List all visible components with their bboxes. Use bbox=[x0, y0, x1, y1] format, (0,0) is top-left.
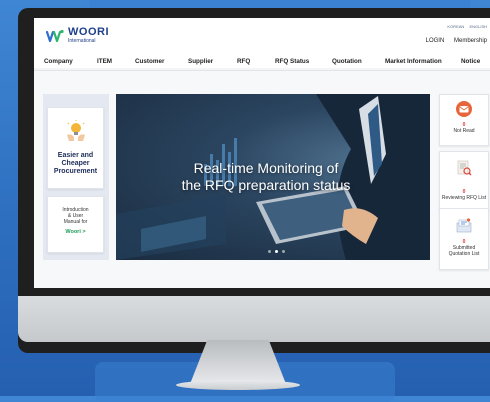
procurement-card[interactable]: Easier and Cheaper Procurement bbox=[47, 107, 104, 189]
monitor-chin bbox=[18, 296, 490, 342]
login-link[interactable]: LOGIN bbox=[426, 38, 445, 44]
submitted-list-icon bbox=[456, 218, 472, 233]
logo-wordmark: WOORI International bbox=[68, 27, 109, 44]
reviewing-rfq-card[interactable]: 0 Reviewing RFQ List bbox=[439, 151, 489, 211]
banner-line-2: the RFQ preparation status bbox=[181, 177, 351, 193]
nav-item-customer[interactable]: Customer bbox=[135, 58, 164, 65]
site-logo[interactable]: WOORI International bbox=[46, 27, 109, 44]
procurement-line: Procurement bbox=[53, 168, 98, 175]
nav-item-rfq[interactable]: RFQ bbox=[237, 58, 250, 65]
membership-link[interactable]: Membership bbox=[454, 38, 487, 44]
user-manual-link[interactable]: Woori > bbox=[48, 229, 103, 235]
account-links: LOGIN Membership bbox=[418, 38, 487, 44]
language-switcher: KOREAN ENGLISH bbox=[443, 24, 487, 29]
banner-headline: Real-time Monitoring of the RFQ preparat… bbox=[146, 160, 386, 194]
nav-item-supplier[interactable]: Supplier bbox=[188, 58, 213, 65]
logo-name: WOORI bbox=[68, 26, 109, 38]
user-manual-card[interactable]: Introduction & User Manual for Woori > bbox=[47, 196, 104, 253]
nav-item-rfq-status[interactable]: RFQ Status bbox=[275, 58, 309, 65]
woori-logo-icon bbox=[46, 29, 64, 42]
not-read-card[interactable]: 0 Not Read bbox=[439, 94, 489, 146]
hero-banner[interactable]: Real-time Monitoring of the RFQ preparat… bbox=[116, 94, 430, 260]
user-manual-text: Introduction & User Manual for bbox=[48, 207, 103, 225]
nav-item-notice[interactable]: Notice bbox=[461, 58, 480, 65]
lang-korean-link[interactable]: KOREAN bbox=[447, 24, 464, 29]
envelope-icon bbox=[456, 101, 472, 117]
main-nav: Company ITEM Customer Supplier RFQ RFQ S… bbox=[34, 58, 490, 70]
nav-item-quotation[interactable]: Quotation bbox=[332, 58, 362, 65]
banner-line-1: Real-time Monitoring of bbox=[193, 160, 339, 176]
user-manual-line: Manual for bbox=[63, 219, 88, 225]
carousel-dots bbox=[266, 250, 287, 253]
lang-english-link[interactable]: ENGLISH bbox=[469, 24, 487, 29]
carousel-dot[interactable] bbox=[282, 250, 285, 253]
document-review-icon bbox=[457, 160, 472, 176]
submitted-quotation-label-line: Quotation List bbox=[448, 251, 480, 257]
reviewing-rfq-label: Reviewing RFQ List bbox=[441, 195, 487, 201]
submitted-quotation-label: Submitted Quotation List bbox=[440, 245, 488, 257]
not-read-label: Not Read bbox=[453, 128, 475, 134]
procurement-text: Easier and Cheaper Procurement bbox=[48, 152, 103, 176]
logo-subtitle: International bbox=[68, 38, 96, 44]
nav-item-company[interactable]: Company bbox=[44, 58, 73, 65]
procurement-line: Easier and bbox=[57, 152, 94, 159]
nav-item-market-information[interactable]: Market Information bbox=[385, 58, 442, 65]
nav-item-item[interactable]: ITEM bbox=[97, 58, 112, 65]
procurement-line: Cheaper bbox=[61, 160, 90, 167]
submitted-quotation-card[interactable]: 0 Submitted Quotation List bbox=[439, 208, 489, 270]
carousel-dot[interactable] bbox=[268, 250, 271, 253]
monitor-stand-base bbox=[176, 380, 300, 390]
carousel-dot-active[interactable] bbox=[275, 250, 278, 253]
lightbulb-hands-icon bbox=[67, 120, 85, 141]
